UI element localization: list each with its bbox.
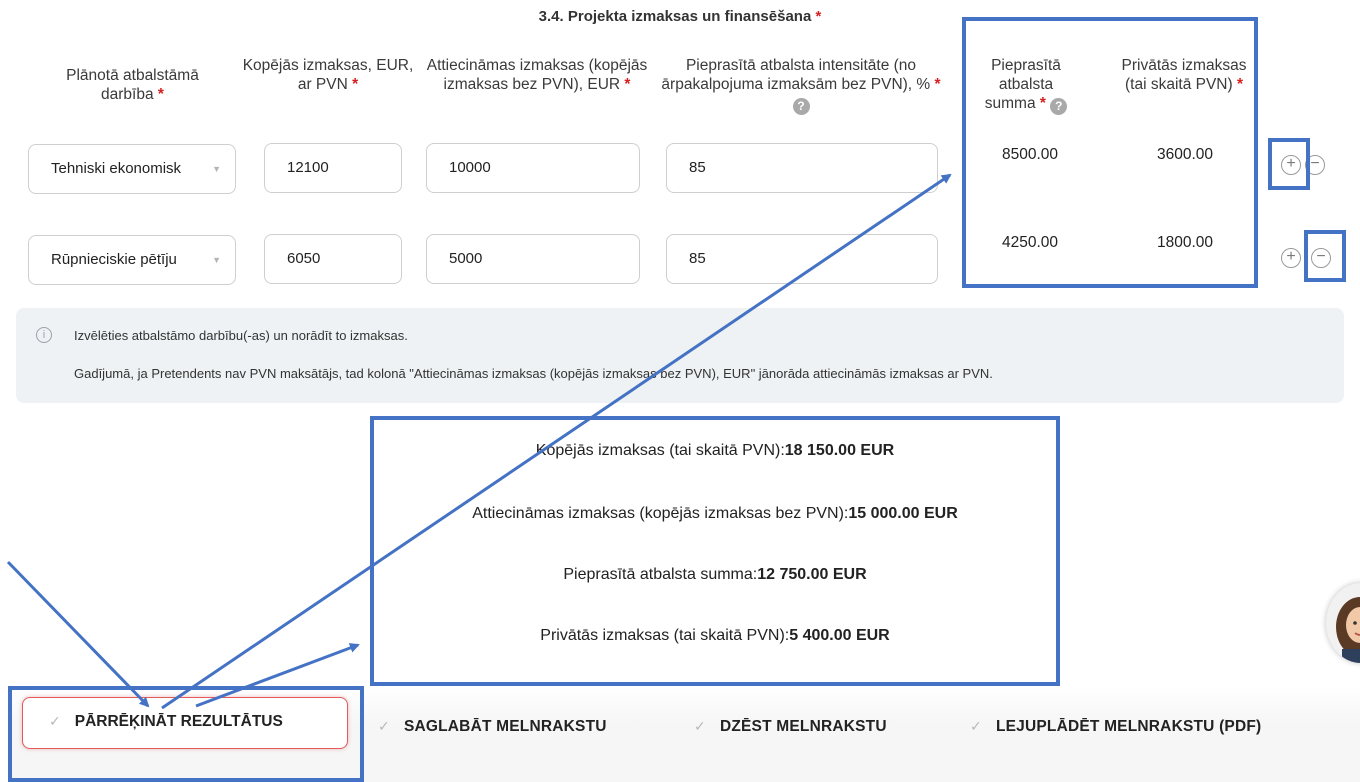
total-cost-value: 6050 <box>287 250 321 267</box>
eligible-cost-input[interactable]: 10000 <box>426 143 640 193</box>
chat-assistant-avatar[interactable] <box>1326 583 1360 663</box>
activity-select-value: Rūpnieciskie pētīju <box>51 251 177 268</box>
annotation-box-recalculate <box>8 686 364 782</box>
total-cost-input[interactable]: 6050 <box>264 234 402 284</box>
add-row-button[interactable]: + <box>1281 248 1301 268</box>
intensity-input[interactable]: 85 <box>666 234 938 284</box>
required-marker: * <box>157 86 164 103</box>
intensity-value: 85 <box>689 159 706 176</box>
delete-draft-button[interactable]: ✓ DZĒST MELNRAKSTU <box>694 718 887 736</box>
check-icon: ✓ <box>970 718 982 734</box>
header-intensity: Pieprasītā atbalsta intensitāte (no ārpa… <box>660 56 942 115</box>
check-icon: ✓ <box>378 718 390 734</box>
info-line-1: Izvēlēties atbalstāmo darbību(-as) un no… <box>74 328 408 343</box>
info-line-2: Gadījumā, ja Pretendents nav PVN maksātā… <box>74 366 993 381</box>
save-draft-button[interactable]: ✓ SAGLABĀT MELNRAKSTU <box>378 718 607 736</box>
activity-select[interactable]: Tehniski ekonomisk ▼ <box>28 144 236 194</box>
download-draft-button[interactable]: ✓ LEJUPLĀDĒT MELNRAKSTU (PDF) <box>970 718 1261 736</box>
header-intensity-label: Pieprasītā atbalsta intensitāte (no ārpa… <box>661 57 931 93</box>
download-draft-label: LEJUPLĀDĒT MELNRAKSTU (PDF) <box>995 718 1262 735</box>
intensity-value: 85 <box>689 250 706 267</box>
save-draft-label: SAGLABĀT MELNRAKSTU <box>403 718 607 735</box>
required-marker: * <box>815 8 822 25</box>
annotation-box-summary <box>370 416 1060 686</box>
activity-select[interactable]: Rūpnieciskie pētīju ▼ <box>28 235 236 285</box>
arrow-to-recalculate <box>6 560 150 708</box>
info-panel: i Izvēlēties atbalstāmo darbību(-as) un … <box>16 308 1344 403</box>
annotation-box-remove-button <box>1304 230 1346 282</box>
header-eligible-label: Attiecināmas izmaksas (kopējās izmaksas … <box>426 57 648 93</box>
check-icon: ✓ <box>694 718 706 734</box>
section-title-text: 3.4. Projekta izmaksas un finansēšana <box>538 8 812 25</box>
required-marker: * <box>934 76 941 93</box>
eligible-cost-input[interactable]: 5000 <box>426 234 640 284</box>
total-cost-value: 12100 <box>287 159 329 176</box>
header-eligible: Attiecināmas izmaksas (kopējās izmaksas … <box>424 56 650 94</box>
chevron-down-icon: ▼ <box>212 164 221 174</box>
annotation-box-calculated-columns <box>962 17 1258 288</box>
eligible-cost-value: 10000 <box>449 159 491 176</box>
total-cost-input[interactable]: 12100 <box>264 143 402 193</box>
header-total-label: Kopējās izmaksas, EUR, ar PVN <box>242 57 414 93</box>
header-activity-label: Plānotā atbalstāmā darbība <box>66 67 199 103</box>
info-icon: i <box>36 327 52 343</box>
chevron-down-icon: ▼ <box>212 255 221 265</box>
header-total: Kopējās izmaksas, EUR, ar PVN * <box>238 56 418 94</box>
annotation-box-add-button <box>1268 138 1310 190</box>
activity-select-value: Tehniski ekonomisk <box>51 160 182 177</box>
header-activity: Plānotā atbalstāmā darbība * <box>40 66 225 104</box>
delete-draft-label: DZĒST MELNRAKSTU <box>719 718 887 735</box>
help-icon[interactable]: ? <box>792 98 810 115</box>
intensity-input[interactable]: 85 <box>666 143 938 193</box>
eligible-cost-value: 5000 <box>449 250 483 267</box>
required-marker: * <box>352 76 359 93</box>
required-marker: * <box>624 76 631 93</box>
avatar-icon <box>1336 597 1360 663</box>
